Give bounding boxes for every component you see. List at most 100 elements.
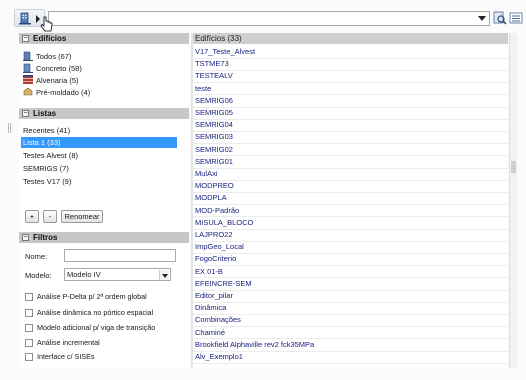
splitter-grip[interactable] <box>8 123 11 133</box>
list-view-icon[interactable] <box>509 11 523 25</box>
modelo-select[interactable]: Modelo IV <box>64 268 171 281</box>
section-listas-header[interactable]: − Listas <box>19 108 189 119</box>
building-list-item[interactable]: LAJPRO22 <box>195 229 233 241</box>
building-list-item[interactable]: Brookfield Alphaville rev2 fck35MPa <box>195 339 314 351</box>
check-label: Análise dinâmica no pórtico espacial <box>37 308 154 317</box>
vertical-scrollbar[interactable] <box>509 33 517 368</box>
building-list-item[interactable]: V17_Teste_Alvest <box>195 46 255 58</box>
section-filtros-header[interactable]: − Filtros <box>19 232 189 243</box>
row-divider <box>193 265 508 267</box>
building-list-item[interactable]: SEMRIG02 <box>195 144 233 156</box>
lista-item-selected[interactable]: Lista 1 (33) <box>21 137 177 148</box>
concrete-building-icon <box>23 63 33 73</box>
lista-item-label: Testes V17 (9) <box>23 177 72 186</box>
checkbox[interactable] <box>25 309 33 317</box>
remove-list-button[interactable]: - <box>43 210 57 223</box>
building-list-item[interactable]: Dinâmica <box>195 302 226 314</box>
building-list-item[interactable]: SEMRIG01 <box>195 156 233 168</box>
modelo-select-value: Modelo IV <box>67 270 101 279</box>
chevron-down-icon[interactable] <box>159 270 169 280</box>
collapse-icon[interactable]: − <box>22 234 29 241</box>
building-list-item[interactable]: EFEINCRE-SEM <box>195 278 252 290</box>
check-dinamica[interactable]: Análise dinâmica no pórtico espacial <box>25 308 153 318</box>
row-divider <box>193 362 508 364</box>
building-list-item[interactable]: Combinações <box>195 314 241 326</box>
building-list-item[interactable]: teste <box>195 83 211 95</box>
row-divider <box>193 252 508 254</box>
lista-item-label: Lista 1 (33) <box>23 138 61 147</box>
building-list-item[interactable]: FogoCriterio <box>195 253 236 265</box>
building-list-item[interactable]: SEMRIG04 <box>195 119 233 131</box>
building-list-item[interactable]: MISULA_BLOCO <box>195 217 253 229</box>
masonry-icon <box>23 75 33 84</box>
buildings-list-header: Edifícios (33) <box>193 33 508 44</box>
check-interface-sises[interactable]: Interface c/ SISEs <box>25 352 95 362</box>
building-list-item[interactable]: ImpGeo_Local <box>195 241 244 253</box>
row-divider <box>193 289 508 291</box>
building-combo[interactable] <box>48 11 490 26</box>
building-list-item[interactable]: SEMRIG03 <box>195 131 233 143</box>
section-listas-title: Listas <box>33 109 57 118</box>
lista-item[interactable]: Testes V17 (9) <box>23 176 71 187</box>
modelo-label: Modelo: <box>25 271 52 280</box>
all-buildings-icon <box>23 51 33 61</box>
building-list-item[interactable]: SEMRIG05 <box>195 107 233 119</box>
row-divider <box>193 69 508 71</box>
edificios-item-premoldado[interactable]: Pré-moldado (4) <box>23 87 90 98</box>
building-list-item[interactable]: MulAxi <box>195 168 218 180</box>
toolbar <box>7 9 523 32</box>
section-edificios-header[interactable]: − Edifícios <box>19 33 189 44</box>
building-list-item[interactable]: Editor_pilar <box>195 290 233 302</box>
lista-item[interactable]: Testes Alvest (8) <box>23 150 78 161</box>
buildings-list-panel: Edifícios (33) V17_Teste_Alvest TSTME73 TE… <box>193 33 508 368</box>
rename-list-button[interactable]: Renomear <box>61 210 103 223</box>
building-list-item[interactable]: TESTEALV <box>195 70 233 82</box>
check-incremental[interactable]: Análise incremental <box>25 338 100 348</box>
edificios-item-label: Pré-moldado (4) <box>36 88 91 97</box>
chevron-down-icon[interactable] <box>478 16 486 21</box>
building-list-item[interactable]: MODPREO <box>195 180 234 192</box>
check-label: Análise P-Delta p/ 2ª ordem global <box>37 292 147 301</box>
row-divider <box>193 228 508 230</box>
checkbox[interactable] <box>25 324 33 332</box>
building-list-item[interactable]: Chaminé <box>195 327 225 339</box>
add-list-button[interactable]: + <box>25 210 39 223</box>
row-divider <box>193 155 508 157</box>
row-divider <box>193 326 508 328</box>
checkbox[interactable] <box>25 353 33 361</box>
building-icon <box>19 12 31 25</box>
building-list-item[interactable]: SEMRIG06 <box>195 95 233 107</box>
search-building-icon[interactable] <box>493 11 507 25</box>
check-p-delta[interactable]: Análise P-Delta p/ 2ª ordem global <box>25 292 147 302</box>
checkbox[interactable] <box>25 293 33 301</box>
lista-item-label: SEMRIGS (7) <box>23 164 69 173</box>
building-list-item[interactable]: Alv_Exemplo1 <box>195 351 243 363</box>
left-splitter[interactable] <box>6 33 14 368</box>
checkbox[interactable] <box>25 339 33 347</box>
collapse-icon[interactable]: − <box>22 110 29 117</box>
precast-icon <box>23 87 33 96</box>
edificios-item-alvenaria[interactable]: Alvenaria (5) <box>23 75 79 86</box>
lista-item[interactable]: Recentes (41) <box>23 125 70 136</box>
mouse-cursor-icon <box>40 16 53 32</box>
building-list-item[interactable]: EX 01-B <box>195 266 223 278</box>
building-list-item[interactable]: MODPLA <box>195 192 227 204</box>
section-edificios-title: Edifícios <box>33 34 67 43</box>
lista-item-label: Testes Alvest (8) <box>23 151 79 160</box>
check-label: Interface c/ SISEs <box>37 352 95 361</box>
lista-item[interactable]: SEMRIGS (7) <box>23 163 69 174</box>
building-list-item[interactable]: TSTME73 <box>195 58 229 70</box>
collapse-icon[interactable]: − <box>22 35 29 42</box>
edificios-item-concreto[interactable]: Concreto (58) <box>23 63 82 74</box>
scrollbar-thumb[interactable] <box>511 161 516 173</box>
lista-item-label: Recentes (41) <box>23 126 71 135</box>
row-divider <box>193 82 508 84</box>
app-window: − Edifícios Todos (67) Concreto (58) Alv… <box>0 0 526 380</box>
nome-input[interactable] <box>64 249 176 262</box>
edificios-item-todos[interactable]: Todos (67) <box>23 51 71 62</box>
check-label: Análise incremental <box>37 338 100 347</box>
row-divider <box>193 118 508 120</box>
check-modelo-adicional[interactable]: Modelo adicional p/ viga de transição <box>25 323 155 333</box>
building-list-item[interactable]: MOD-Padrão <box>195 205 239 217</box>
row-divider <box>193 191 508 193</box>
